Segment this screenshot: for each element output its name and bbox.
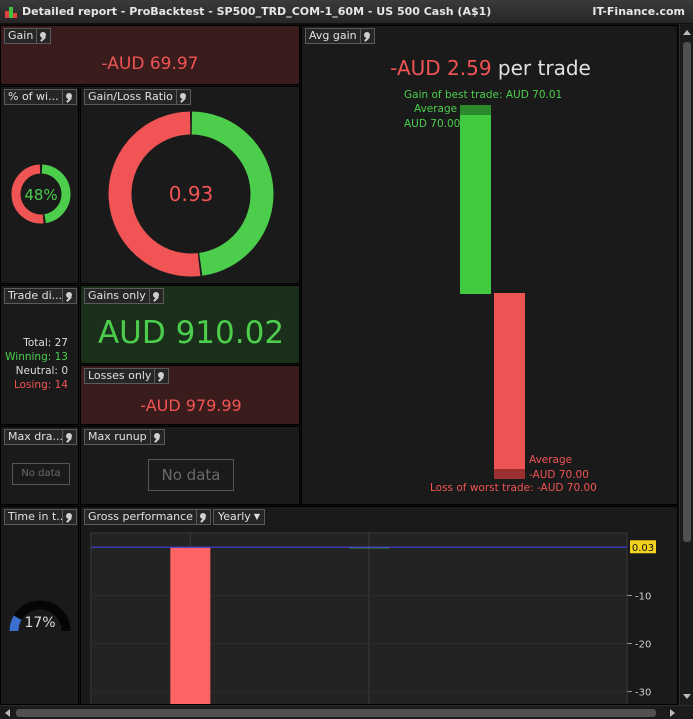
losing-label: Losing:	[13, 379, 52, 391]
time-in-trade-panel: Time in t... 17%	[0, 506, 79, 705]
avg-negative-marker	[494, 469, 525, 479]
horizontal-scrollbar[interactable]	[0, 705, 693, 719]
gross-perf-chart: -10 -20 -30 0.03	[90, 532, 656, 704]
max-runup-title: Max runup	[84, 429, 150, 445]
avg-positive-marker	[460, 105, 491, 115]
window-titlebar: Detailed report - ProBacktest - SP500_TR…	[0, 0, 693, 24]
total-count: 27	[54, 337, 68, 349]
pct-winning-value: 48%	[24, 186, 57, 204]
perf-bar	[170, 547, 211, 704]
current-value-label: 0.03	[632, 543, 654, 554]
trade-dist-title: Trade di...	[4, 288, 62, 304]
pct-winning-donut: 48%	[11, 164, 71, 224]
time-in-trade-gauge: 17%	[9, 600, 71, 632]
gains-only-panel: Gains only AUD 910.02	[80, 285, 300, 364]
worst-trade-bar	[494, 293, 525, 479]
winning-count: 13	[54, 351, 68, 363]
gain-panel: Gain -AUD 69.97	[0, 25, 300, 85]
avg-gain-value: -AUD 2.59	[390, 56, 492, 80]
trade-dist-stats: Total: 27 Winning: 13 Neutral: 0 Losing:…	[5, 336, 68, 392]
wrench-icon[interactable]	[154, 368, 170, 384]
max-drawdown-nodata: No data	[12, 463, 70, 485]
wrench-icon[interactable]	[62, 429, 77, 445]
max-runup-nodata: No data	[148, 459, 234, 491]
gross-perf-panel: Gross performance Yearly ▼ -10 -20 -30 0.03	[80, 506, 678, 705]
scroll-right-icon[interactable]	[670, 709, 675, 717]
wrench-icon[interactable]	[149, 429, 165, 445]
gain-panel-header: Gain	[4, 28, 52, 44]
scroll-up-icon[interactable]	[683, 30, 691, 35]
best-trade-label: Gain of best trade: AUD 70.01	[404, 89, 563, 101]
scroll-left-icon[interactable]	[5, 709, 10, 717]
max-runup-panel: Max runup No data	[80, 426, 300, 505]
app-chart-icon	[5, 6, 17, 18]
gain-panel-title: Gain	[4, 28, 37, 44]
max-drawdown-panel: Max dra... No data	[0, 426, 79, 505]
best-trade-bar	[460, 105, 491, 294]
max-drawdown-title: Max dra...	[4, 429, 62, 445]
trade-dist-header: Trade di...	[4, 288, 77, 304]
y-tick-label: -10	[635, 591, 651, 602]
losses-only-panel: Losses only -AUD 979.99	[80, 365, 300, 425]
losses-only-value: -AUD 979.99	[140, 396, 242, 415]
vertical-scroll-thumb[interactable]	[683, 42, 691, 542]
scroll-down-icon[interactable]	[683, 694, 691, 699]
max-runup-header: Max runup	[84, 429, 165, 445]
gains-only-title: Gains only	[84, 288, 149, 304]
losing-count: 14	[54, 379, 68, 391]
avg-negative-label: Average	[529, 454, 573, 466]
losses-only-title: Losses only	[84, 368, 155, 384]
avg-gain-headline: -AUD 2.59 per trade	[302, 56, 677, 80]
gains-only-value: AUD 910.02	[97, 315, 285, 351]
wrench-icon[interactable]	[62, 288, 77, 304]
brand-name: IT-Finance.com	[592, 5, 685, 18]
total-label: Total:	[23, 337, 52, 349]
avg-positive-value: AUD 70.00	[404, 118, 461, 130]
window-title: Detailed report - ProBacktest - SP500_TR…	[22, 5, 492, 18]
avg-gain-panel: Avg gain -AUD 2.59 per trade Gain of bes…	[301, 25, 678, 505]
gain-loss-ratio-donut: 0.93	[108, 111, 274, 277]
y-tick-label: -20	[635, 640, 651, 651]
wrench-icon[interactable]	[359, 28, 375, 44]
y-tick-label: -30	[635, 688, 651, 699]
gain-loss-ratio-panel: Gain/Loss Ratio 0.93	[80, 86, 300, 284]
max-drawdown-header: Max dra...	[4, 429, 77, 445]
avg-negative-value: -AUD 70.00	[529, 469, 589, 481]
avg-gain-header: Avg gain	[305, 28, 375, 44]
gain-value: -AUD 69.97	[101, 54, 199, 74]
avg-gain-suffix: per trade	[497, 56, 591, 80]
avg-gain-title: Avg gain	[305, 28, 360, 44]
losses-only-header: Losses only	[84, 368, 170, 384]
pct-winning-panel: % of wi... 48%	[0, 86, 79, 284]
worst-trade-label: Loss of worst trade: -AUD 70.00	[430, 482, 597, 494]
neutral-count: 0	[61, 365, 68, 377]
horizontal-scroll-thumb[interactable]	[16, 709, 656, 717]
gain-loss-ratio-value: 0.93	[169, 182, 214, 206]
vertical-scrollbar[interactable]	[679, 24, 693, 705]
neutral-label: Neutral:	[15, 365, 58, 377]
wrench-icon[interactable]	[36, 28, 52, 44]
avg-positive-label: Average	[414, 103, 458, 115]
trade-dist-panel: Trade di... Total: 27 Winning: 13 Neutra…	[0, 285, 79, 425]
time-in-trade-value: 17%	[24, 615, 55, 631]
winning-label: Winning:	[5, 351, 52, 363]
wrench-icon[interactable]	[148, 288, 164, 304]
gains-only-header: Gains only	[84, 288, 164, 304]
gauge-fill	[9, 615, 22, 632]
